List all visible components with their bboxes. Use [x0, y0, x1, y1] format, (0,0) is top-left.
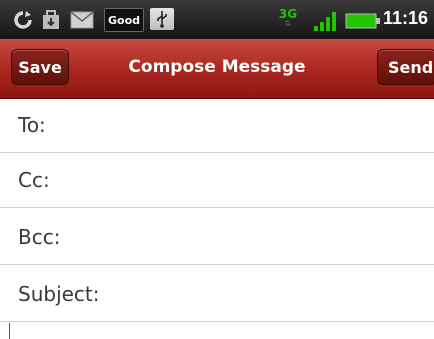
save-button[interactable]: Save [11, 49, 69, 85]
signal-icon [313, 10, 339, 32]
battery-icon [345, 13, 381, 29]
to-label: To: [18, 113, 46, 137]
title-bar: Save Compose Message Send [0, 39, 434, 99]
bcc-field[interactable]: Bcc: [0, 210, 434, 265]
status-time: 11:16 [382, 8, 428, 28]
network-type: 3G [278, 7, 298, 21]
network-3g-icon: 3G ⇅ [276, 6, 300, 32]
subject-field[interactable]: Subject: [0, 267, 434, 322]
status-bar: Good 3G ⇅ 11:16 [0, 0, 434, 39]
cc-label: Cc: [18, 168, 50, 192]
send-button[interactable]: Send [377, 49, 434, 85]
network-arrows: ⇅ [284, 19, 292, 28]
subject-label: Subject: [18, 282, 100, 306]
message-body-field[interactable] [0, 322, 434, 339]
download-icon [42, 10, 60, 30]
usb-icon [150, 8, 174, 30]
to-field[interactable]: To: [0, 98, 434, 153]
good-app-icon: Good [104, 8, 144, 32]
bcc-label: Bcc: [18, 225, 61, 249]
mail-icon [69, 10, 95, 30]
sync-icon [12, 10, 34, 30]
good-label: Good [107, 13, 141, 27]
body-text-cursor [9, 323, 10, 339]
cc-field[interactable]: Cc: [0, 153, 434, 208]
